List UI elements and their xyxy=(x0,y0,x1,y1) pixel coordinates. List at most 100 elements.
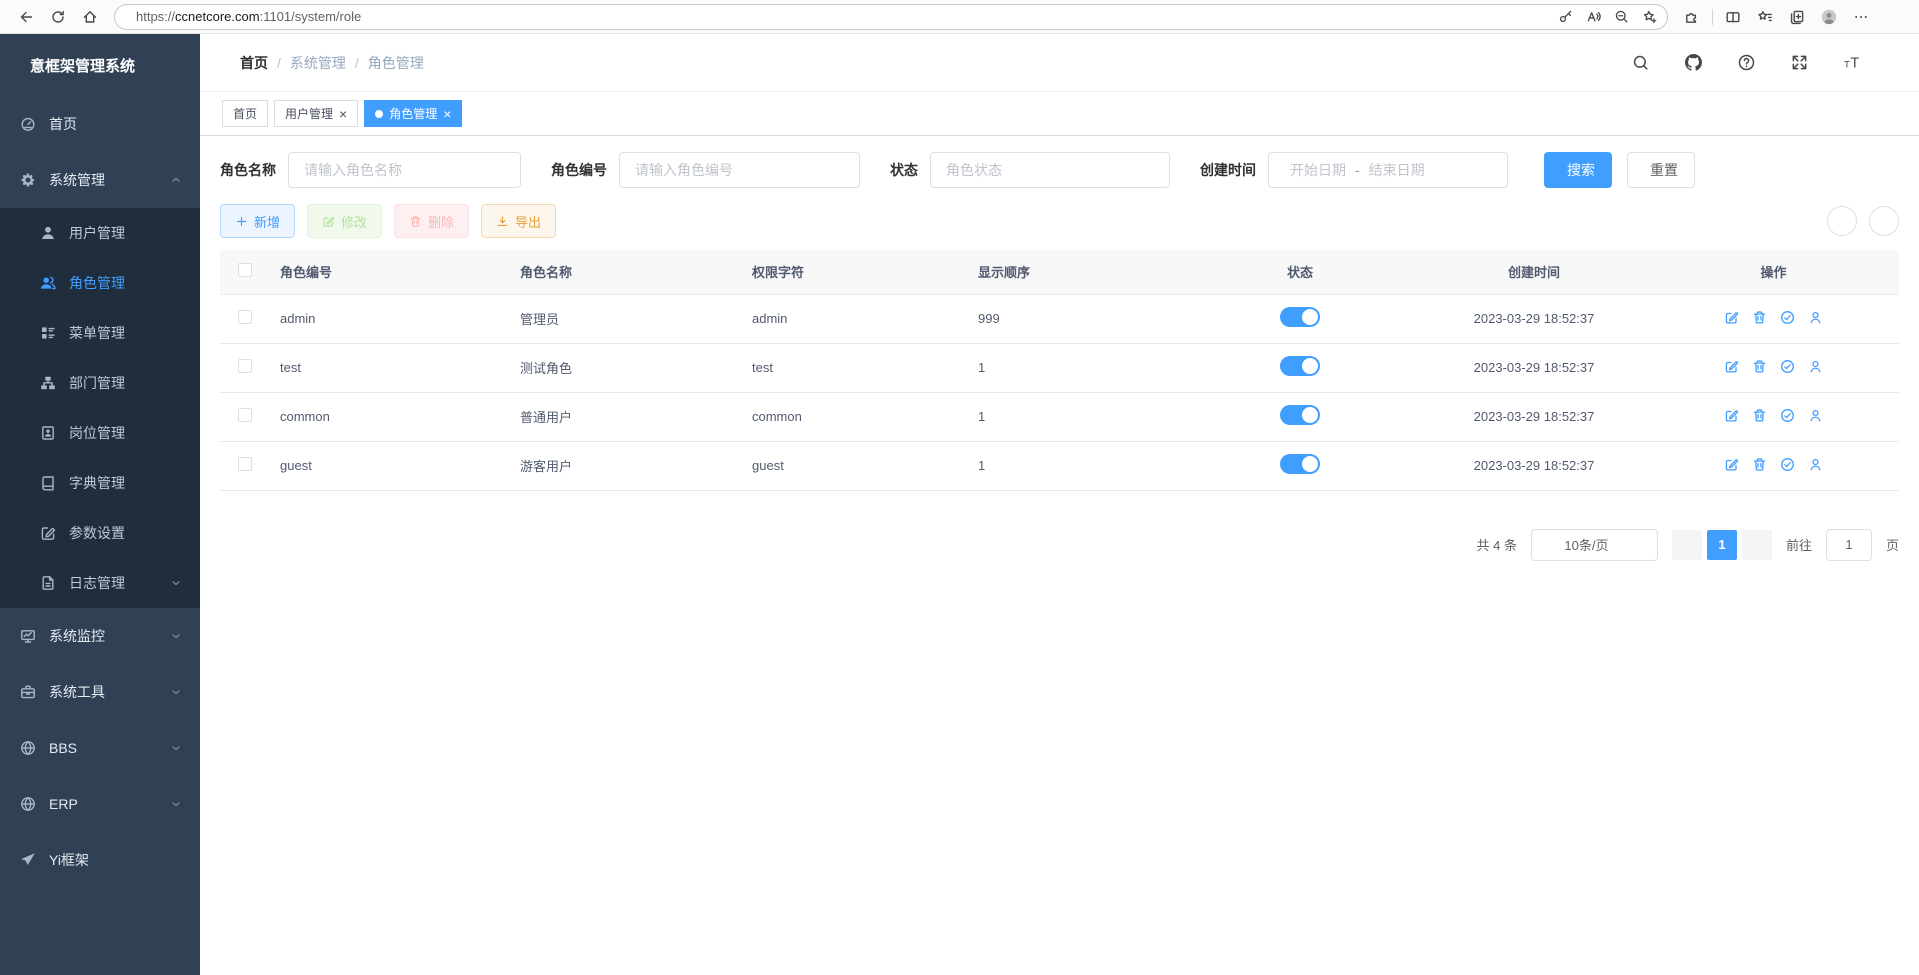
home-icon[interactable] xyxy=(74,3,106,31)
page-number-1[interactable]: 1 xyxy=(1707,530,1737,560)
status-toggle[interactable] xyxy=(1280,356,1320,376)
github-icon[interactable] xyxy=(1677,49,1709,77)
split-screen-icon[interactable] xyxy=(1717,3,1749,31)
status-toggle[interactable] xyxy=(1280,454,1320,474)
date-range-picker[interactable]: 开始日期 - 结束日期 xyxy=(1268,152,1508,188)
trash-icon[interactable] xyxy=(1752,310,1767,325)
show-search-button[interactable] xyxy=(1827,206,1857,236)
column-header[interactable]: 操作 xyxy=(1648,250,1899,294)
tab-home[interactable]: 首页 xyxy=(222,100,268,127)
column-header[interactable]: 显示顺序 xyxy=(968,250,1180,294)
back-icon[interactable] xyxy=(10,3,42,31)
font-size-icon[interactable]: TT xyxy=(1836,49,1868,77)
help-icon[interactable] xyxy=(1730,49,1762,77)
row-checkbox[interactable] xyxy=(238,359,252,373)
sidebar-item-param-settings[interactable]: 参数设置 xyxy=(0,508,200,558)
sidebar-item-bbs[interactable]: BBS xyxy=(0,720,200,776)
sidebar-item-erp[interactable]: ERP xyxy=(0,776,200,832)
sidebar-item-role-mgmt[interactable]: 角色管理 xyxy=(0,258,200,308)
collections-icon[interactable] xyxy=(1781,3,1813,31)
goto-page-input[interactable] xyxy=(1826,529,1872,561)
sidebar-item-monitor[interactable]: 系统监控 xyxy=(0,608,200,664)
row-checkbox[interactable] xyxy=(238,457,252,471)
sidebar: 意框架管理系统 首页 系统管理 用户管理 角色管理 菜单管理 部门管理 岗位管理 xyxy=(0,34,200,975)
sidebar-item-yiframe[interactable]: Yi框架 xyxy=(0,832,200,888)
search-button[interactable]: 搜索 xyxy=(1544,152,1612,188)
tab-user-mgmt[interactable]: 用户管理 × xyxy=(274,100,358,127)
export-button[interactable]: 导出 xyxy=(481,204,556,238)
user-o-icon[interactable] xyxy=(1808,310,1823,325)
user-o-icon[interactable] xyxy=(1808,359,1823,374)
column-header[interactable]: 角色编号 xyxy=(270,250,510,294)
sidebar-item-label: 字典管理 xyxy=(69,473,125,493)
sidebar-item-menu-mgmt[interactable]: 菜单管理 xyxy=(0,308,200,358)
column-header[interactable]: 权限字符 xyxy=(742,250,968,294)
navbar-actions: TT xyxy=(1624,49,1897,77)
close-icon[interactable]: × xyxy=(443,107,451,121)
page-size-select[interactable]: 10条/页 xyxy=(1531,529,1658,561)
edit-sq-icon[interactable] xyxy=(1724,359,1739,374)
gear-icon xyxy=(20,172,36,188)
download-icon xyxy=(496,215,509,228)
close-icon[interactable]: × xyxy=(339,107,347,121)
extensions-icon[interactable] xyxy=(1676,3,1708,31)
sidebar-item-system[interactable]: 系统管理 xyxy=(0,152,200,208)
select-all-checkbox[interactable] xyxy=(238,263,252,277)
edit-sq-icon[interactable] xyxy=(1724,457,1739,472)
row-checkbox[interactable] xyxy=(238,310,252,324)
sidebar-item-post-mgmt[interactable]: 岗位管理 xyxy=(0,408,200,458)
fullscreen-icon[interactable] xyxy=(1783,49,1815,77)
edit-sq-icon[interactable] xyxy=(1724,310,1739,325)
edit-sq-icon[interactable] xyxy=(1724,408,1739,423)
breadcrumb-item[interactable]: 首页 xyxy=(240,53,268,73)
read-aloud-icon[interactable] xyxy=(1579,6,1607,28)
trash-icon[interactable] xyxy=(1752,457,1767,472)
column-header[interactable]: 创建时间 xyxy=(1420,250,1648,294)
copilot-icon[interactable] xyxy=(1877,3,1909,31)
sidebar-item-dept-mgmt[interactable]: 部门管理 xyxy=(0,358,200,408)
sidebar-item-log-mgmt[interactable]: 日志管理 xyxy=(0,558,200,608)
sidebar-item-tools[interactable]: 系统工具 xyxy=(0,664,200,720)
sidebar-item-user-mgmt[interactable]: 用户管理 xyxy=(0,208,200,258)
search-icon[interactable] xyxy=(1624,49,1656,77)
trash-icon[interactable] xyxy=(1752,408,1767,423)
sidebar-item-label: ERP xyxy=(49,796,78,812)
tab-role-mgmt[interactable]: 角色管理 × xyxy=(364,100,462,127)
address-bar[interactable]: https://ccnetcore.com:1101/system/role xyxy=(114,4,1668,30)
role-code-label: 角色编号 xyxy=(551,160,607,180)
favorite-add-icon[interactable] xyxy=(1635,6,1663,28)
key-icon[interactable] xyxy=(1551,6,1579,28)
sidebar-item-label: 日志管理 xyxy=(69,573,125,593)
add-button[interactable]: 新增 xyxy=(220,204,295,238)
user-o-icon[interactable] xyxy=(1808,408,1823,423)
more-options-icon[interactable] xyxy=(1845,3,1877,31)
column-header[interactable]: 状态 xyxy=(1180,250,1420,294)
zoom-out-icon[interactable] xyxy=(1607,6,1635,28)
check-circle-icon[interactable] xyxy=(1780,359,1795,374)
role-name-input[interactable] xyxy=(288,152,521,188)
trash-icon[interactable] xyxy=(1752,359,1767,374)
check-circle-icon[interactable] xyxy=(1780,408,1795,423)
refresh-table-button[interactable] xyxy=(1869,206,1899,236)
row-checkbox[interactable] xyxy=(238,408,252,422)
url-text[interactable]: https://ccnetcore.com:1101/system/role xyxy=(136,9,1551,24)
status-toggle[interactable] xyxy=(1280,307,1320,327)
column-header[interactable]: 角色名称 xyxy=(510,250,742,294)
status-toggle[interactable] xyxy=(1280,405,1320,425)
check-circle-icon[interactable] xyxy=(1780,457,1795,472)
delete-button[interactable]: 删除 xyxy=(394,204,469,238)
reset-button[interactable]: 重置 xyxy=(1627,152,1695,188)
refresh-icon[interactable] xyxy=(42,3,74,31)
sidebar-item-home[interactable]: 首页 xyxy=(0,96,200,152)
breadcrumb-item[interactable]: 系统管理 xyxy=(290,53,346,73)
role-code-input[interactable] xyxy=(619,152,860,188)
modify-button[interactable]: 修改 xyxy=(307,204,382,238)
favorites-icon[interactable] xyxy=(1749,3,1781,31)
next-page-button[interactable] xyxy=(1742,530,1772,560)
check-circle-icon[interactable] xyxy=(1780,310,1795,325)
profile-avatar[interactable] xyxy=(1813,3,1845,31)
sidebar-item-dict-mgmt[interactable]: 字典管理 xyxy=(0,458,200,508)
prev-page-button[interactable] xyxy=(1672,530,1702,560)
status-select[interactable]: 角色状态 xyxy=(930,152,1170,188)
user-o-icon[interactable] xyxy=(1808,457,1823,472)
